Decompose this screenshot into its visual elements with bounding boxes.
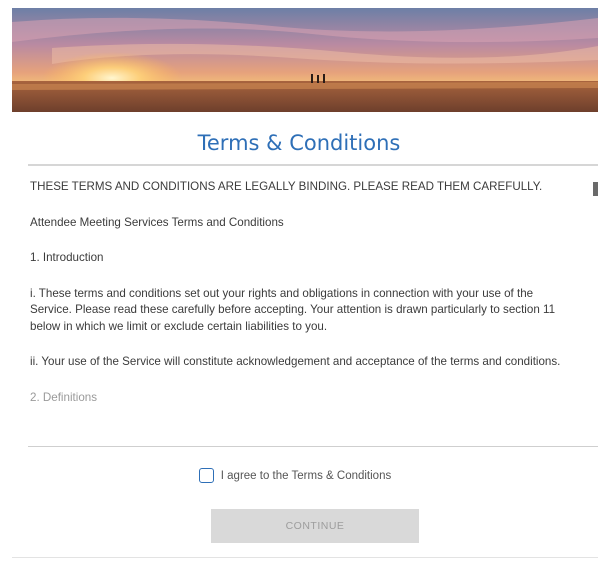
terms-paragraph: ii. Your use of the Service will constit… <box>30 355 561 368</box>
divider-top <box>28 164 598 166</box>
agree-row: I agree to the Terms & Conditions <box>0 468 598 483</box>
divider-footer <box>12 557 598 558</box>
terms-paragraph: 1. Introduction <box>30 251 104 264</box>
terms-paragraph: THESE TERMS AND CONDITIONS ARE LEGALLY B… <box>30 180 543 193</box>
agree-checkbox[interactable] <box>198 468 214 483</box>
continue-button[interactable]: CONTINUE <box>211 509 419 543</box>
terms-paragraph: 2. Definitions <box>30 390 98 404</box>
terms-scroll-area[interactable]: THESE TERMS AND CONDITIONS ARE LEGALLY B… <box>28 167 598 437</box>
scrollbar-thumb[interactable] <box>593 182 598 196</box>
agree-label[interactable]: I agree to the Terms & Conditions <box>221 470 391 482</box>
terms-paragraph: i. These terms and conditions set out yo… <box>30 286 556 333</box>
banner-image <box>12 8 598 112</box>
terms-paragraph: Attendee Meeting Services Terms and Cond… <box>30 215 284 229</box>
page-title: Terms & Conditions <box>197 131 401 155</box>
terms-content: THESE TERMS AND CONDITIONS ARE LEGALLY B… <box>28 167 598 406</box>
divider-bottom <box>28 446 598 447</box>
